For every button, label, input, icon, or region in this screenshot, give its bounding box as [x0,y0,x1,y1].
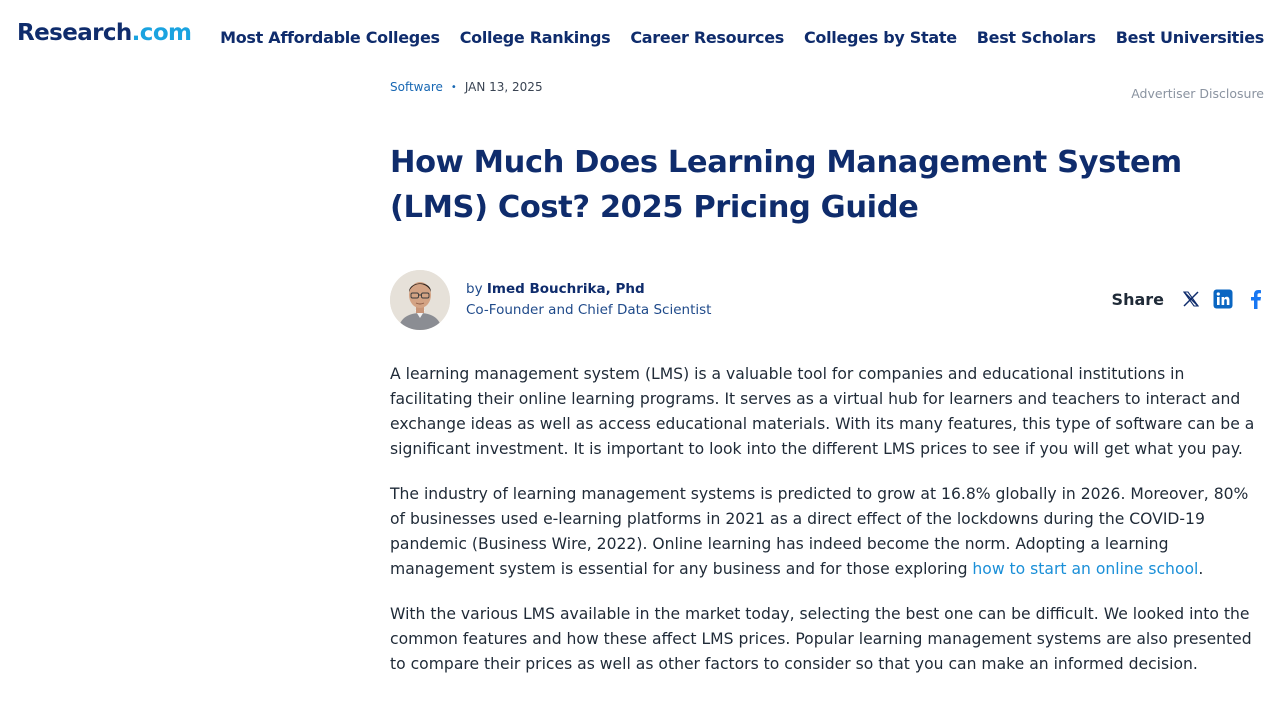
share-label: Share [1111,289,1164,309]
online-school-link[interactable]: how to start an online school [972,560,1198,578]
author-info: by Imed Bouchrika, Phd Co-Founder and Ch… [466,279,711,321]
paragraph: With the various LMS available in the ma… [390,605,1252,673]
category-link[interactable]: Software [390,80,443,94]
author-by-label: by [466,281,483,297]
nav-college-rankings[interactable]: College Rankings [460,28,611,47]
paragraph: The industry of learning management syst… [390,482,1262,582]
author-role: Co-Founder and Chief Data Scientist [466,302,712,318]
logo-main-text: Research [17,20,132,46]
x-twitter-icon[interactable] [1180,288,1202,310]
share-bar: Share [1112,288,1266,310]
nav-colleges-by-state[interactable]: Colleges by State [804,28,957,47]
nav-most-affordable-colleges[interactable]: Most Affordable Colleges [220,28,440,47]
nav-best-scholars[interactable]: Best Scholars [977,28,1096,47]
paragraph-end: . [1198,560,1204,578]
author-avatar[interactable] [390,270,450,330]
article-meta: Software • JAN 13, 2025 [390,80,543,94]
nav-best-universities[interactable]: Best Universities [1116,28,1265,47]
nav-career-resources[interactable]: Career Resources [630,28,784,47]
site-logo[interactable]: Research.com [17,20,192,46]
facebook-icon[interactable] [1244,288,1266,310]
meta-separator: • [450,81,457,93]
author-name-link[interactable]: Imed Bouchrika, Phd [487,281,645,297]
paragraph: A learning management system (LMS) is a … [390,365,1255,458]
logo-tld-text: .com [131,20,192,46]
main-nav: Most Affordable Colleges College Ranking… [220,28,1264,47]
article-title: How Much Does Learning Management System… [390,145,1182,225]
publish-date: JAN 13, 2025 [464,80,543,94]
article-body: A learning management system (LMS) is a … [390,362,1262,697]
advertiser-disclosure-link[interactable]: Advertiser Disclosure [1131,86,1264,101]
author-block: by Imed Bouchrika, Phd Co-Founder and Ch… [390,270,711,330]
linkedin-icon[interactable] [1212,288,1234,310]
